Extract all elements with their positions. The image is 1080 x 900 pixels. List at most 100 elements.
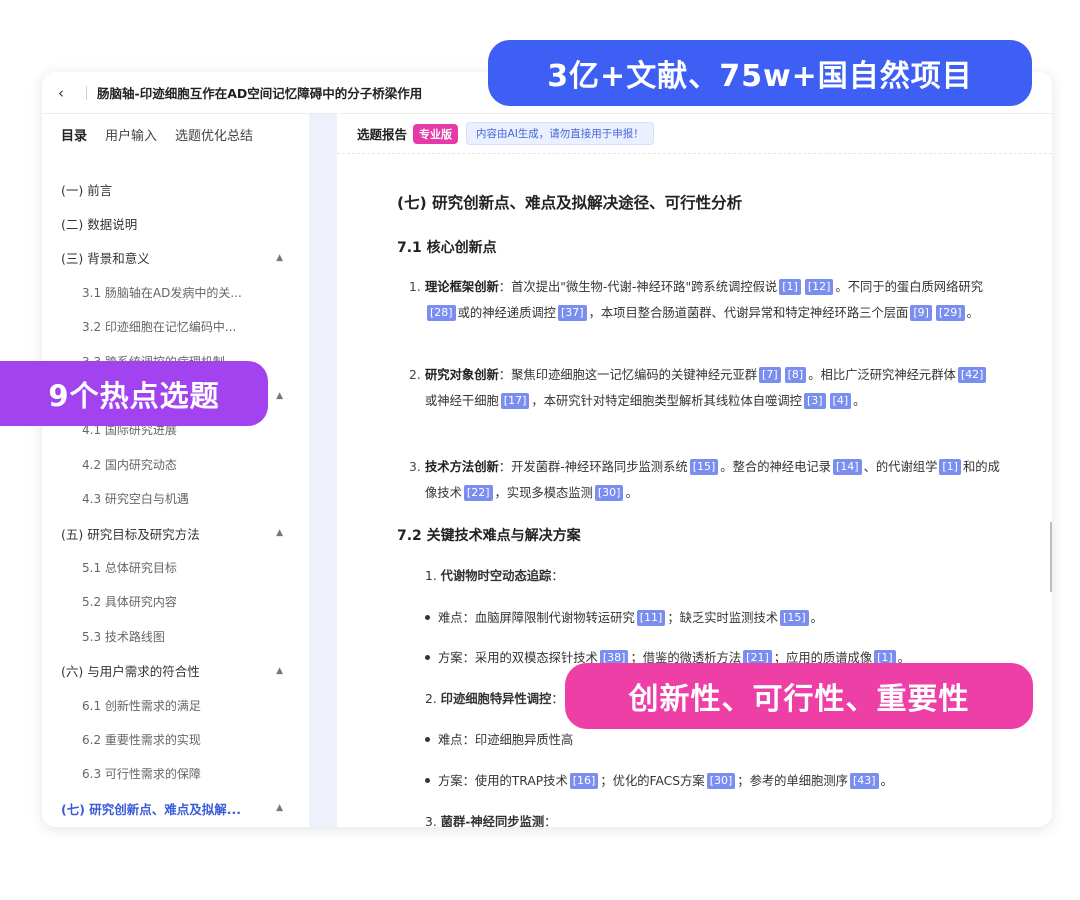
citation-tag[interactable]: [1] [939, 459, 961, 475]
citation-tag[interactable]: [28] [427, 305, 456, 321]
bullet-dot-icon [425, 737, 430, 742]
item-text: ，本项目整合肠道菌群、代谢异常和特定神经环路三个层面 [588, 306, 909, 320]
citation-tag[interactable]: [12] [804, 279, 834, 295]
citation-tag[interactable]: [43] [849, 773, 879, 789]
toc-item-preface[interactable]: (一) 前言 [42, 172, 309, 206]
toc-label: (三) 背景和意义 [61, 251, 150, 267]
toc-item-5-3[interactable]: 5.3 技术路线图 [42, 619, 309, 653]
bullet-dot-icon [425, 655, 430, 660]
item-text: 。整合的神经电记录 [720, 460, 831, 474]
toc-label: 3.1 肠脑轴在AD发病中的关... [82, 285, 242, 300]
citation-tag[interactable]: [22] [463, 485, 493, 501]
scrollbar[interactable] [1050, 522, 1052, 592]
citation-tag[interactable]: [7] [759, 367, 781, 383]
section-heading: (七) 研究创新点、难点及拟解决途径、可行性分析 [397, 194, 743, 212]
citation-tag[interactable]: [11] [636, 610, 666, 626]
toc-label: 6.1 创新性需求的满足 [82, 698, 201, 713]
item-text: 或的神经递质调控 [457, 306, 556, 320]
collapse-caret-icon[interactable]: ▲ [276, 391, 283, 401]
bullet-text: 。 [880, 774, 893, 788]
collapse-caret-icon[interactable]: ▲ [276, 253, 283, 263]
citation-tag[interactable]: [8] [784, 367, 807, 383]
bullet-text: 方案：采用的双模态探针技术 [438, 651, 598, 665]
panel-divider [309, 114, 337, 827]
citation-tag[interactable]: [29] [935, 305, 965, 321]
citation-tag[interactable]: [15] [689, 459, 719, 475]
citation-tag[interactable]: [9] [910, 305, 932, 321]
subsection-heading-difficulties: 7.2 关键技术难点与解决方案 [397, 528, 581, 544]
toc-item-6-2[interactable]: 6.2 重要性需求的实现 [42, 722, 309, 756]
page-title: 肠脑轴-印迹细胞互作在AD空间记忆障碍中的分子桥梁作用 [97, 86, 423, 101]
toc-item-4-2[interactable]: 4.2 国内研究动态 [42, 447, 309, 481]
toc-item-goals-methods[interactable]: (五) 研究目标及研究方法 ▲ [42, 516, 309, 550]
toc-item-3-2[interactable]: 3.2 印迹细胞在记忆编码中... [42, 310, 309, 344]
item-text: 。 [966, 306, 979, 320]
bullet-text: ；缺乏实时监测技术 [667, 611, 779, 625]
subsection-heading-core-innovation: 7.1 核心创新点 [397, 240, 497, 256]
toc-label: (五) 研究目标及研究方法 [61, 526, 200, 542]
tab-user-input[interactable]: 用户输入 [105, 125, 157, 144]
difficulty-item-metabolite: 1. 代谢物时空动态追踪： [425, 566, 564, 584]
toc-item-5-2[interactable]: 5.2 具体研究内容 [42, 585, 309, 619]
citation-tag[interactable]: [30] [706, 773, 736, 789]
tab-toc[interactable]: 目录 [61, 125, 87, 144]
toc-item-6-3[interactable]: 6.3 可行性需求的保障 [42, 757, 309, 791]
citation-tag[interactable]: [4] [829, 393, 852, 409]
difficulty-item-sync-monitoring: 3. 菌群-神经同步监测： [425, 812, 556, 827]
item-text: 或神经干细胞 [425, 394, 499, 408]
collapse-caret-icon[interactable]: ▲ [276, 528, 283, 538]
back-arrow-icon[interactable]: ‹ [58, 84, 72, 102]
toc-item-user-fit[interactable]: (六) 与用户需求的符合性 ▲ [42, 653, 309, 687]
item-term: 代谢物时空动态追踪 [440, 569, 552, 583]
item-term: 研究对象创新 [425, 368, 499, 382]
innovation-item-theory: 1. 理论框架创新：首次提出"微生物-代谢-神经环路"跨系统调控假说 [1] [12]… [409, 274, 1000, 326]
item-colon: ： [551, 692, 564, 706]
toc-item-background[interactable]: (三) 背景和意义 ▲ [42, 241, 309, 275]
item-term: 技术方法创新 [425, 460, 499, 474]
citation-tag[interactable]: [17] [500, 393, 530, 409]
promo-banner-qualities: 创新性、可行性、重要性 [565, 663, 1033, 729]
citation-tag[interactable]: [16] [569, 773, 599, 789]
tab-optimization-summary[interactable]: 选题优化总结 [175, 125, 253, 144]
item-term: 印迹细胞特异性调控 [440, 692, 552, 706]
pro-badge: 专业版 [413, 123, 459, 144]
difficulty-item-engram: 2. 印迹细胞特异性调控： [425, 689, 564, 707]
toc-item-innovation-active[interactable]: (七) 研究创新点、难点及拟解... ▲ [42, 791, 309, 825]
innovation-item-subject: 2. 研究对象创新：聚焦印迹细胞这一记忆编码的关键神经元亚群 [7] [8] 。相比广泛… [409, 362, 1000, 414]
toc-item-data[interactable]: (二) 数据说明 [42, 206, 309, 240]
item-number: 2. [425, 692, 437, 706]
bullet-difficulty-1: 难点：血脑屏障限制代谢物转运研究 [11] ；缺乏实时监测技术 [15]。 [425, 608, 1000, 626]
toc-label: 5.1 总体研究目标 [82, 560, 177, 575]
item-text: 。 [853, 394, 866, 408]
toc-label: (二) 数据说明 [61, 217, 138, 233]
item-colon: ： [544, 815, 557, 827]
item-text: ：聚焦印迹细胞这一记忆编码的关键神经元亚群 [498, 368, 758, 382]
item-number: 3. [425, 815, 437, 827]
toc-item-4-3[interactable]: 4.3 研究空白与机遇 [42, 482, 309, 516]
citation-tag[interactable]: [30] [594, 485, 624, 501]
bullet-text: 难点：印迹细胞异质性高 [438, 733, 574, 747]
citation-tag[interactable]: [3] [803, 393, 826, 409]
item-text: 、的代谢组学 [863, 460, 938, 474]
toc-item-6-1[interactable]: 6.1 创新性需求的满足 [42, 688, 309, 722]
bullet-dot-icon [425, 615, 430, 620]
toc-label: (一) 前言 [61, 182, 113, 198]
item-colon: ： [551, 569, 564, 583]
citation-tag[interactable]: [37] [557, 305, 587, 321]
bullet-text: 难点：血脑屏障限制代谢物转运研究 [438, 611, 635, 625]
toc-label: 6.2 重要性需求的实现 [82, 732, 201, 747]
collapse-caret-icon[interactable]: ▲ [276, 803, 283, 813]
collapse-caret-icon[interactable]: ▲ [276, 666, 283, 676]
citation-tag[interactable]: [15] [780, 610, 809, 626]
item-text: ，实现多模态监测 [494, 486, 593, 500]
item-term: 菌群-神经同步监测 [440, 815, 545, 827]
toc-item-5-1[interactable]: 5.1 总体研究目标 [42, 550, 309, 584]
citation-tag[interactable]: [14] [832, 459, 862, 475]
toc-label: 6.3 可行性需求的保障 [82, 767, 201, 782]
citation-tag[interactable]: [1] [779, 279, 801, 295]
toc-label: (七) 研究创新点、难点及拟解... [61, 801, 242, 817]
bullet-dot-icon [425, 778, 430, 783]
promo-banner-literature: 3亿+文献、75w+国自然项目 [488, 40, 1032, 106]
toc-item-3-1[interactable]: 3.1 肠脑轴在AD发病中的关... [42, 275, 309, 309]
citation-tag[interactable]: [42] [957, 367, 987, 383]
